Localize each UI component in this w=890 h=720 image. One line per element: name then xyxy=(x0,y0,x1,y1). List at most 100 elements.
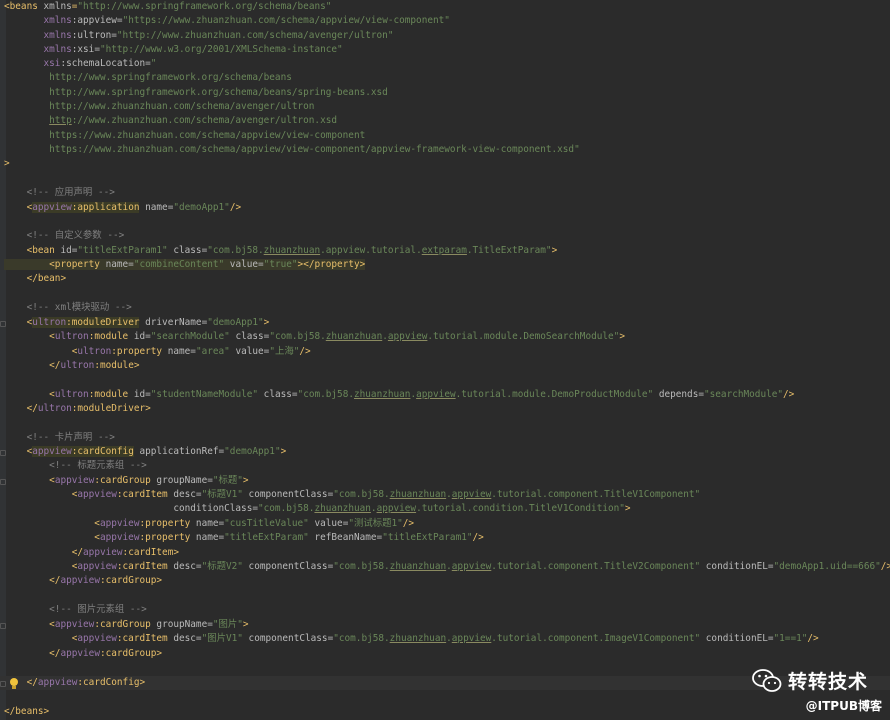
code-token: :cardItem xyxy=(116,561,174,572)
code-line[interactable]: </appview:cardItem> xyxy=(4,546,179,560)
code-token: > xyxy=(619,331,625,342)
code-line[interactable]: <!-- 应用声明 --> xyxy=(4,186,115,200)
code-token: < xyxy=(4,561,78,572)
code-token: ultron xyxy=(37,403,72,414)
code-line[interactable]: <appview:property name="cusTitleValue" v… xyxy=(4,517,414,531)
code-token: < xyxy=(4,532,100,543)
code-line[interactable]: <beans xmlns="http://www.springframework… xyxy=(4,0,331,14)
code-token: desc= xyxy=(173,489,202,500)
code-token: .tutorial.component.ImageV1Component" xyxy=(491,633,701,644)
code-token: xmlns xyxy=(43,30,72,41)
fold-marker-icon[interactable] xyxy=(0,450,6,456)
code-token: .tutorial.module.DemoProductModule" xyxy=(455,389,654,400)
code-line[interactable]: conditionClass="com.bj58.zhuanzhuan.appv… xyxy=(4,502,630,516)
code-token: "上海" xyxy=(269,346,300,357)
code-editor[interactable]: <beans xmlns="http://www.springframework… xyxy=(0,0,890,720)
code-line[interactable]: <property name="combineContent" value="t… xyxy=(4,258,366,272)
code-token: http://www.zhuanzhuan.com/schema/avenger… xyxy=(4,101,315,112)
code-token: "demoApp1" xyxy=(173,202,230,213)
code-token: :moduleDriver> xyxy=(71,403,151,414)
code-token: " xyxy=(150,58,157,69)
code-token: </bean> xyxy=(4,273,67,284)
code-token: value= xyxy=(308,518,349,529)
code-token: depends= xyxy=(653,389,704,400)
code-line[interactable]: http://www.zhuanzhuan.com/schema/avenger… xyxy=(4,114,337,128)
code-line[interactable]: </appview:cardGroup> xyxy=(4,574,162,588)
code-token: "titleExtParam1" xyxy=(77,245,168,256)
code-token: "com.bj58. xyxy=(207,245,264,256)
code-line[interactable]: xsi:schemaLocation=" xyxy=(4,57,157,71)
code-token: xsi xyxy=(43,58,61,69)
watermark-brand: 转转技术 xyxy=(752,667,868,694)
code-token: zhuanzhuan xyxy=(389,633,447,644)
code-token: appview xyxy=(376,503,417,514)
code-token: "combineContent" xyxy=(133,259,225,270)
code-token: </ xyxy=(4,575,61,586)
code-token: .appview.tutorial. xyxy=(320,245,422,256)
lightbulb-icon[interactable] xyxy=(8,677,20,691)
code-line[interactable]: <appview:cardItem desc="标题V2" componentC… xyxy=(4,560,890,574)
code-token: "com.bj58. xyxy=(297,389,354,400)
code-line[interactable]: <appview:cardItem desc="图片V1" componentC… xyxy=(4,632,819,646)
fold-marker-icon[interactable] xyxy=(0,321,6,327)
code-token: http xyxy=(49,115,72,126)
code-line[interactable]: </appview:cardConfig> xyxy=(4,676,146,690)
code-token: "标题V2" xyxy=(201,561,243,572)
code-line[interactable]: <!-- 自定义参数 --> xyxy=(4,229,125,243)
code-line[interactable]: <appview:cardConfig applicationRef="demo… xyxy=(4,445,286,459)
code-line[interactable]: https://www.zhuanzhuan.com/schema/appvie… xyxy=(4,143,580,157)
code-line[interactable]: <appview:cardItem desc="标题V1" componentC… xyxy=(4,488,700,502)
code-line[interactable]: <ultron:property name="area" value="上海"/… xyxy=(4,345,311,359)
code-line[interactable]: </bean> xyxy=(4,272,67,286)
code-line[interactable]: <!-- 图片元素组 --> xyxy=(4,603,147,617)
code-token: id= xyxy=(60,245,78,256)
code-token: name= xyxy=(195,532,225,543)
code-line[interactable]: <appview:cardGroup groupName="标题"> xyxy=(4,474,248,488)
code-token: "http://www.w3.org/2001/XMLSchema-instan… xyxy=(99,44,343,55)
code-token: "http://www.springframework.org/schema/b… xyxy=(77,1,332,12)
code-line[interactable]: xmlns:appview="https://www.zhuanzhuan.co… xyxy=(4,14,450,28)
code-line[interactable]: </beans> xyxy=(4,705,49,719)
code-token: appview xyxy=(60,575,100,586)
code-line[interactable]: </ultron:module> xyxy=(4,359,139,373)
code-line[interactable]: </ultron:moduleDriver> xyxy=(4,402,151,416)
code-line[interactable]: <appview:property name="titleExtParam" r… xyxy=(4,531,484,545)
code-line[interactable]: > xyxy=(4,157,10,171)
code-line[interactable]: <!-- 标题元素组 --> xyxy=(4,459,147,473)
code-line[interactable]: https://www.zhuanzhuan.com/schema/appvie… xyxy=(4,129,365,143)
code-line[interactable]: <!-- xml模块驱动 --> xyxy=(4,301,132,315)
code-token: class= xyxy=(167,245,208,256)
code-token: ://www.zhuanzhuan.com/schema/avenger/ult… xyxy=(71,115,338,126)
code-token: /> xyxy=(783,389,795,400)
code-line[interactable]: <appview:cardGroup groupName="图片"> xyxy=(4,618,248,632)
code-line[interactable]: <!-- 卡片声明 --> xyxy=(4,431,115,445)
fold-marker-icon[interactable] xyxy=(0,623,6,629)
code-token: appview xyxy=(387,331,428,342)
code-line[interactable]: <ultron:module id="searchModule" class="… xyxy=(4,330,625,344)
code-line[interactable]: <bean id="titleExtParam1" class="com.bj5… xyxy=(4,244,558,258)
code-token: class= xyxy=(229,331,270,342)
code-line[interactable]: <ultron:module id="studentNameModule" cl… xyxy=(4,388,794,402)
code-token: > xyxy=(263,317,270,328)
code-line[interactable]: xmlns:ultron="http://www.zhuanzhuan.com/… xyxy=(4,29,394,43)
code-token: > xyxy=(4,158,10,169)
code-line[interactable]: http://www.springframework.org/schema/be… xyxy=(4,86,388,100)
code-token: "titleExtParam" xyxy=(224,532,309,543)
code-line[interactable]: <ultron:moduleDriver driverName="demoApp… xyxy=(4,316,269,330)
code-line[interactable]: http://www.springframework.org/schema/be… xyxy=(4,71,292,85)
code-token: < xyxy=(4,446,33,457)
code-line[interactable]: <appview:application name="demoApp1"/> xyxy=(4,201,241,215)
fold-marker-icon[interactable] xyxy=(0,681,6,687)
fold-marker-icon[interactable] xyxy=(0,479,6,485)
code-token: appview xyxy=(451,561,492,572)
code-line[interactable]: http://www.zhuanzhuan.com/schema/avenger… xyxy=(4,100,314,114)
code-line[interactable]: </appview:cardGroup> xyxy=(4,647,162,661)
code-token: /> xyxy=(472,532,484,543)
code-token: ultron xyxy=(32,317,67,328)
code-token: </beans> xyxy=(4,706,50,717)
code-line[interactable]: xmlns:xsi="http://www.w3.org/2001/XMLSch… xyxy=(4,43,343,57)
